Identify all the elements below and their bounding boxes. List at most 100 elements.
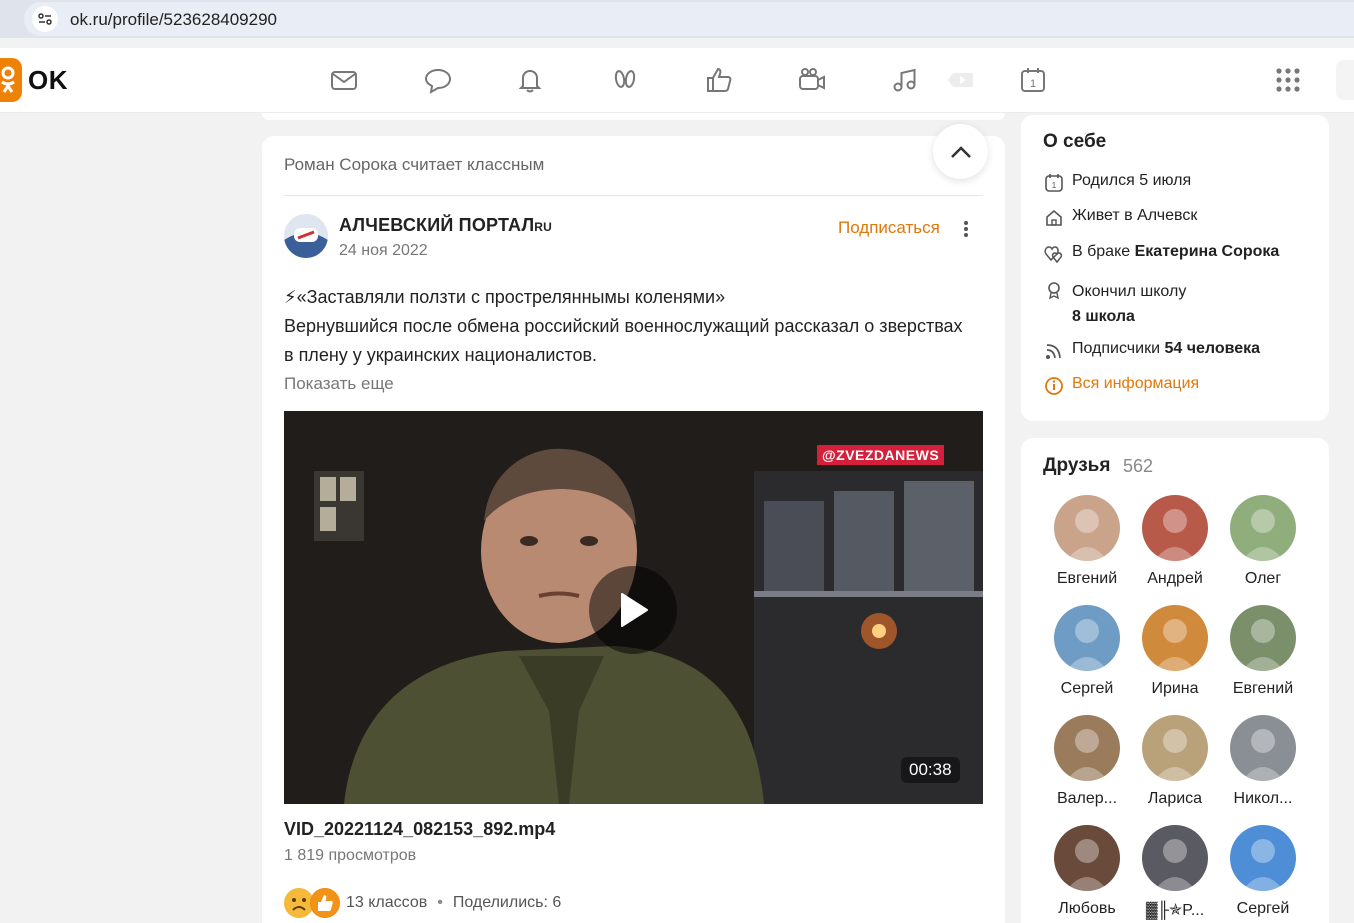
- friend-name[interactable]: Евгений: [1047, 570, 1127, 588]
- about-title: О себе: [1043, 131, 1107, 152]
- apps-grid-icon[interactable]: [1272, 64, 1304, 96]
- video-player[interactable]: @ZVEZDANEWS 00:38: [284, 411, 983, 804]
- scroll-up-button[interactable]: [933, 124, 988, 179]
- about-marriage-prefix: В браке: [1072, 243, 1135, 260]
- video-title[interactable]: VID_20221124_082153_892.mp4: [284, 819, 555, 840]
- search-box-edge[interactable]: [1336, 60, 1354, 100]
- friend-card[interactable]: Сергей: [1047, 605, 1127, 698]
- info-icon: [1043, 375, 1065, 397]
- likes-count[interactable]: 13 классов: [346, 894, 427, 912]
- show-more-link[interactable]: Показать еще: [284, 374, 394, 394]
- friend-card[interactable]: Лариса: [1135, 715, 1215, 808]
- friend-card[interactable]: Ирина: [1135, 605, 1215, 698]
- mail-icon[interactable]: [328, 64, 360, 96]
- video-icon[interactable]: [796, 64, 828, 96]
- subscribe-button[interactable]: Подписаться: [838, 218, 940, 238]
- friend-card[interactable]: Никол...: [1223, 715, 1303, 808]
- site-settings-icon[interactable]: [32, 6, 58, 32]
- browser-address-bar: ok.ru/profile/523628409290: [0, 0, 1354, 38]
- all-info-link[interactable]: Вся информация: [1043, 375, 1199, 397]
- friend-card[interactable]: Сергей: [1223, 825, 1303, 918]
- video-duration: 00:38: [901, 757, 960, 783]
- spouse-link[interactable]: Екатерина Сорока: [1135, 243, 1280, 260]
- video-views: 1 819 просмотров: [284, 847, 417, 864]
- friend-avatar[interactable]: [1230, 715, 1296, 781]
- ok-logo-icon: [0, 58, 22, 102]
- post-body: Вернувшийся после обмена российский воен…: [284, 316, 963, 365]
- group-name-text: АЛЧЕВСКИЙ ПОРТАЛ: [339, 215, 535, 235]
- friend-avatar[interactable]: [1142, 495, 1208, 561]
- video-play-icon[interactable]: [944, 64, 976, 96]
- friend-card[interactable]: ▓╟✯P...: [1135, 825, 1215, 920]
- subscribers-link[interactable]: 54 человека: [1164, 340, 1260, 357]
- video-watermark: @ZVEZDANEWS: [817, 445, 945, 465]
- friend-name[interactable]: Валер...: [1047, 790, 1127, 808]
- rss-icon: [1043, 340, 1065, 362]
- reactions-bar: 13 классов • Поделились: 6: [284, 888, 561, 918]
- post-liker-text[interactable]: Роман Сорока считает классным: [284, 155, 544, 175]
- music-icon[interactable]: [889, 64, 921, 96]
- friend-card[interactable]: Любовь: [1047, 825, 1127, 918]
- friend-name[interactable]: Никол...: [1223, 790, 1303, 808]
- friend-avatar[interactable]: [1054, 825, 1120, 891]
- chat-icon[interactable]: [422, 64, 454, 96]
- about-school: Окончил школу 8 школа: [1043, 279, 1186, 329]
- friend-avatar[interactable]: [1054, 715, 1120, 781]
- school-link[interactable]: 8 школа: [1072, 308, 1135, 325]
- previous-post-edge: [262, 113, 1005, 120]
- friend-card[interactable]: Евгений: [1047, 495, 1127, 588]
- more-options-icon[interactable]: [958, 218, 974, 240]
- friend-name[interactable]: Евгений: [1223, 680, 1303, 698]
- shares-count[interactable]: Поделились: 6: [453, 894, 561, 912]
- friend-avatar[interactable]: [1054, 605, 1120, 671]
- hearts-icon: [1043, 243, 1065, 265]
- friend-avatar[interactable]: [1142, 825, 1208, 891]
- all-info-text: Вся информация: [1072, 375, 1200, 392]
- post-date[interactable]: 24 ноя 2022: [339, 242, 428, 260]
- url-text: ok.ru/profile/523628409290: [70, 10, 277, 29]
- friend-name[interactable]: Любовь: [1047, 900, 1127, 918]
- friend-avatar[interactable]: [1054, 495, 1120, 561]
- friend-card[interactable]: Олег: [1223, 495, 1303, 588]
- friend-name[interactable]: Андрей: [1135, 570, 1215, 588]
- play-button-icon[interactable]: [589, 566, 677, 654]
- ok-logo-text: OK: [28, 64, 68, 95]
- about-subscribers-prefix: Подписчики: [1072, 340, 1165, 357]
- group-avatar[interactable]: [284, 214, 328, 258]
- friend-card[interactable]: Евгений: [1223, 605, 1303, 698]
- like-icon[interactable]: [703, 64, 735, 96]
- group-name[interactable]: АЛЧЕВСКИЙ ПОРТАЛRU: [339, 215, 552, 236]
- divider: [284, 195, 983, 196]
- about-subscribers: Подписчики 54 человека: [1043, 340, 1260, 362]
- class-reaction-icon[interactable]: [310, 888, 340, 918]
- friend-avatar[interactable]: [1230, 495, 1296, 561]
- about-marriage: В браке Екатерина Сорока: [1043, 243, 1279, 265]
- calendar-icon[interactable]: 1: [1017, 64, 1049, 96]
- friend-name[interactable]: Лариса: [1135, 790, 1215, 808]
- friend-name[interactable]: Сергей: [1223, 900, 1303, 918]
- home-icon: [1043, 207, 1065, 229]
- friend-card[interactable]: Андрей: [1135, 495, 1215, 588]
- friends-section: Друзья 562 Евгений Андрей Олег Сергей Ирина Е…: [1021, 438, 1329, 923]
- ok-logo[interactable]: OK: [0, 58, 68, 102]
- calendar-icon: 1: [1043, 172, 1065, 194]
- friend-avatar[interactable]: [1230, 605, 1296, 671]
- url-field[interactable]: ok.ru/profile/523628409290: [24, 2, 1354, 36]
- top-navigation: OK 1: [0, 48, 1354, 113]
- separator-dot: •: [437, 894, 443, 911]
- friend-name[interactable]: ▓╟✯P...: [1135, 900, 1215, 920]
- guests-icon[interactable]: [609, 64, 641, 96]
- friend-avatar[interactable]: [1142, 715, 1208, 781]
- friend-avatar[interactable]: [1142, 605, 1208, 671]
- friend-name[interactable]: Сергей: [1047, 680, 1127, 698]
- bell-icon[interactable]: [514, 64, 546, 96]
- friend-name[interactable]: Олег: [1223, 570, 1303, 588]
- feed-post: Роман Сорока считает классным АЛЧЕВСКИЙ …: [262, 136, 1005, 923]
- friend-card[interactable]: Валер...: [1047, 715, 1127, 808]
- friends-title[interactable]: Друзья: [1043, 455, 1110, 477]
- school-icon: [1043, 279, 1065, 301]
- friend-name[interactable]: Ирина: [1135, 680, 1215, 698]
- about-city-text: Живет в Алчевск: [1072, 207, 1198, 224]
- about-school-prefix: Окончил школу: [1072, 283, 1187, 300]
- friend-avatar[interactable]: [1230, 825, 1296, 891]
